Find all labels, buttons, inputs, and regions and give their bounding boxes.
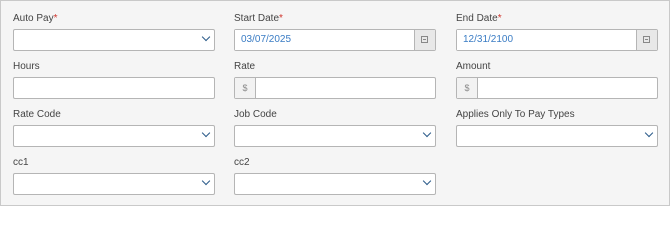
chevron-down-icon (422, 176, 432, 186)
auto-pay-label: Auto Pay (13, 13, 54, 24)
end-date-calendar-button[interactable] (636, 30, 657, 50)
end-date-control: 12/31/2100 (456, 29, 658, 51)
rate-code-label: Rate Code (13, 109, 61, 120)
end-date-input[interactable]: 12/31/2100 (457, 30, 635, 50)
start-date-input[interactable]: 03/07/2025 (235, 30, 413, 50)
dollar-prefix: $ (457, 78, 478, 98)
start-date-control: 03/07/2025 (234, 29, 436, 51)
applies-only-to-pay-types-select[interactable] (456, 125, 658, 147)
start-date-calendar-button[interactable] (414, 30, 435, 50)
cc1-label: cc1 (13, 157, 29, 168)
end-date-label: End Date (456, 13, 498, 24)
calendar-icon (421, 36, 428, 43)
required-marker: * (497, 13, 502, 24)
calendar-icon (643, 36, 650, 43)
rate-input[interactable]: $ (234, 77, 436, 99)
chevron-down-icon (422, 128, 432, 138)
hours-input[interactable] (13, 77, 215, 99)
chevron-down-icon (644, 128, 654, 138)
cc1-select[interactable] (13, 173, 215, 195)
amount-label: Amount (456, 61, 491, 72)
cc2-label: cc2 (234, 157, 250, 168)
job-code-label: Job Code (234, 109, 277, 120)
start-date-label: Start Date (234, 13, 280, 24)
chevron-down-icon (201, 32, 211, 42)
job-code-select[interactable] (234, 125, 436, 147)
cc2-select[interactable] (234, 173, 436, 195)
required-marker: * (279, 13, 283, 24)
dollar-prefix: $ (235, 78, 256, 98)
rate-label: Rate (234, 61, 256, 72)
auto-pay-select[interactable] (13, 29, 215, 51)
pay-form-panel: Auto Pay* Start Date* 03/07/2025 End Dat… (0, 0, 670, 206)
rate-code-select[interactable] (13, 125, 215, 147)
chevron-down-icon (201, 128, 211, 138)
applies-only-to-pay-types-label: Applies Only To Pay Types (456, 109, 575, 120)
required-marker: * (53, 13, 58, 24)
amount-input[interactable]: $ (456, 77, 658, 99)
chevron-down-icon (201, 176, 211, 186)
hours-label: Hours (13, 61, 40, 72)
